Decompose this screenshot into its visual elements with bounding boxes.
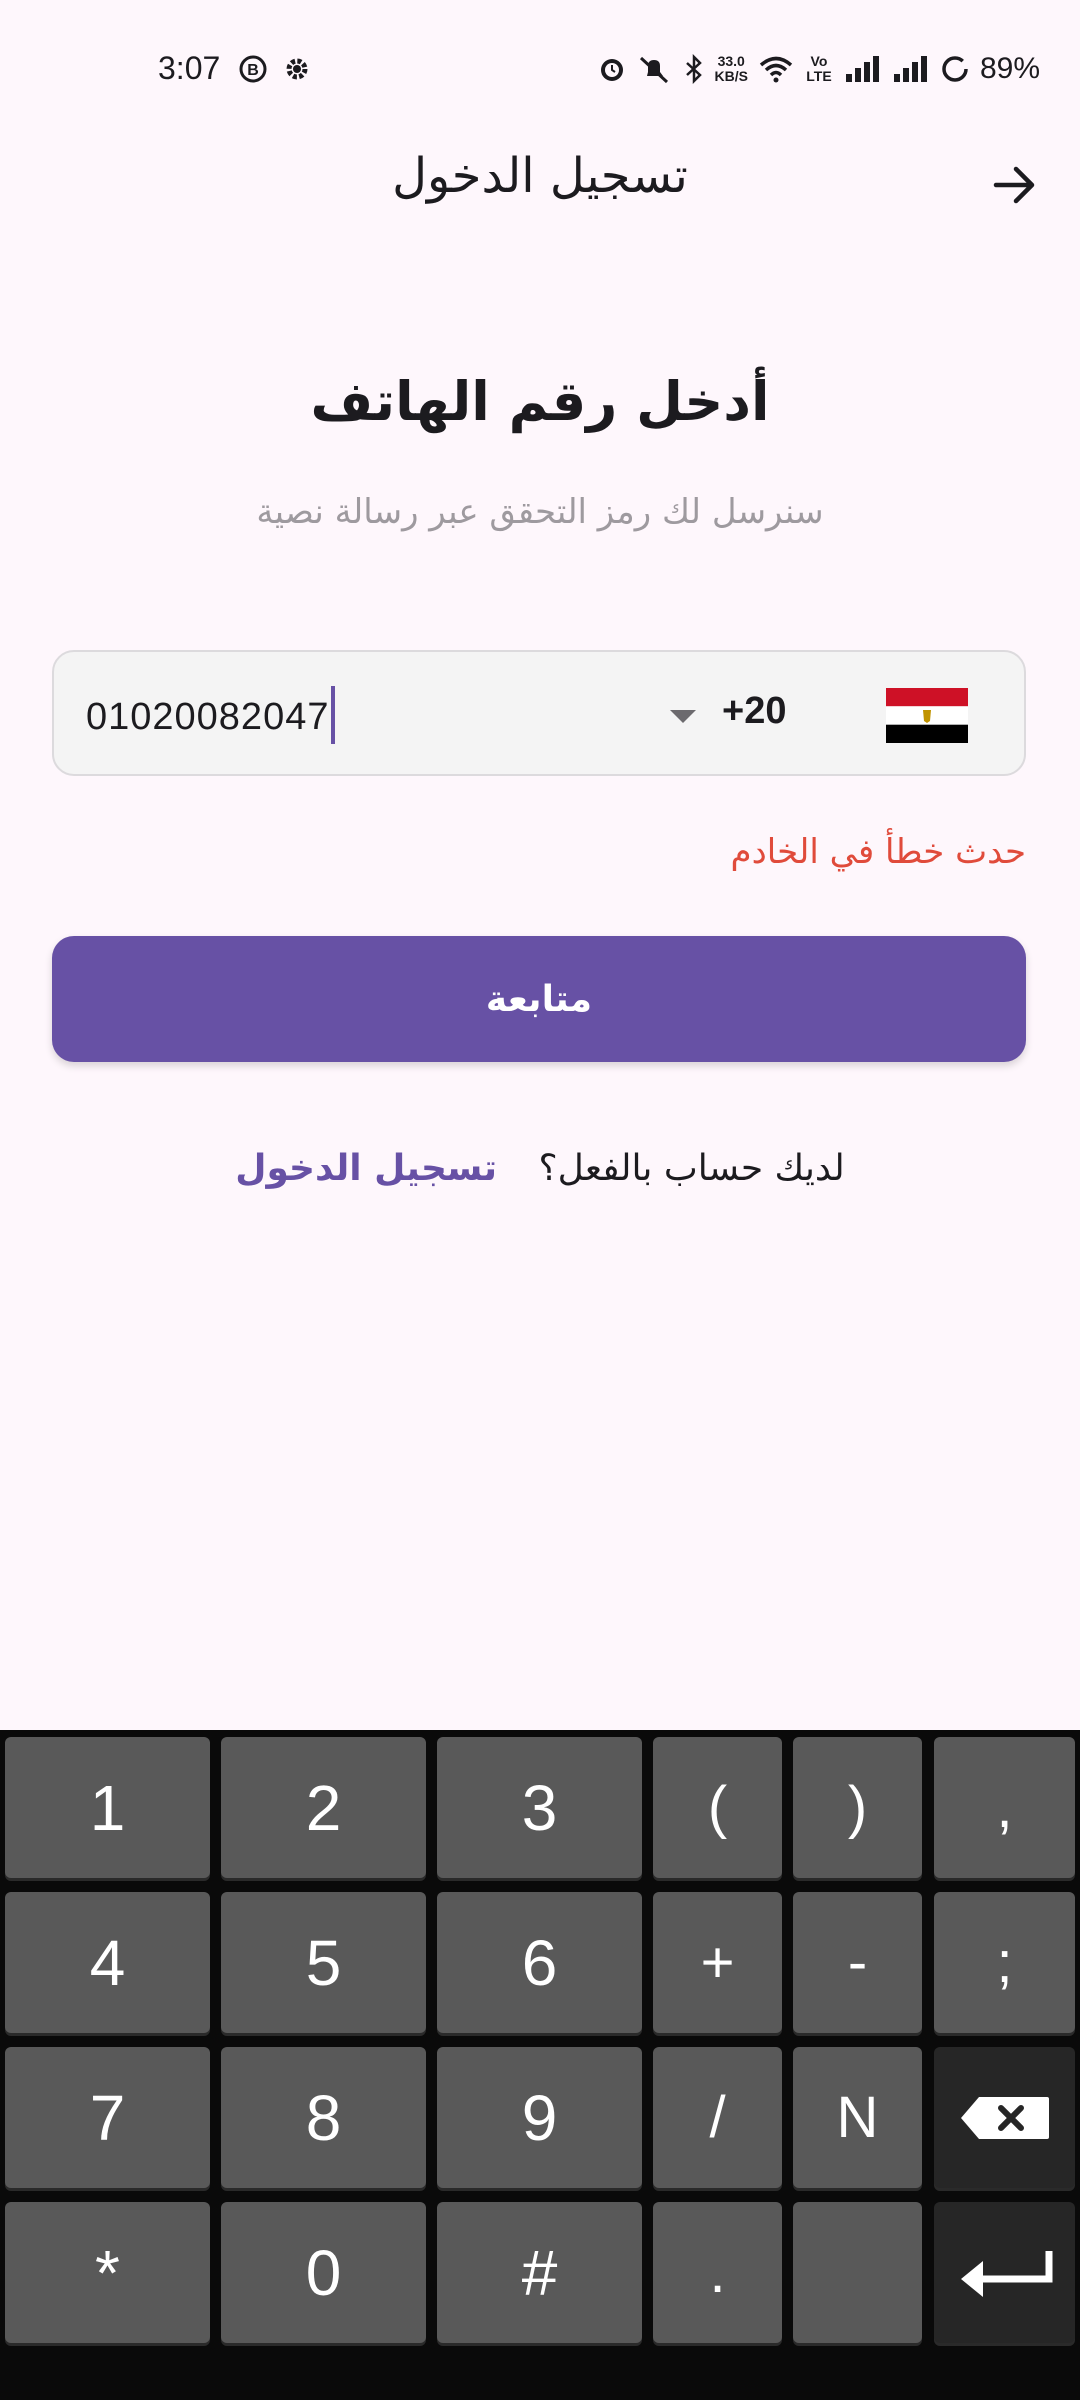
- key-period[interactable]: .: [653, 2202, 782, 2343]
- subheading: سنرسل لك رمز التحقق عبر رسالة نصية: [256, 492, 824, 532]
- numeric-keyboard: 1 2 3 ( ) , 4 5 6 + - ; 7 8 9 / N * 0 # …: [0, 1730, 1080, 2400]
- key-blank[interactable]: [793, 2202, 922, 2343]
- battery-level: 89%: [979, 52, 1040, 85]
- key-2[interactable]: 2: [221, 1737, 426, 1878]
- key-8[interactable]: 8: [221, 2047, 426, 2188]
- key-slash[interactable]: /: [653, 2047, 782, 2188]
- enter-key[interactable]: [934, 2202, 1075, 2343]
- navigation-bar: [0, 2350, 1080, 2400]
- key-close-paren[interactable]: ): [793, 1737, 922, 1878]
- net-speed: 33.0 KB/S: [715, 54, 748, 84]
- key-6[interactable]: 6: [437, 1892, 642, 2033]
- login-link[interactable]: تسجيل الدخول: [235, 1148, 497, 1189]
- key-n[interactable]: N: [793, 2047, 922, 2188]
- signal-icon: [845, 56, 879, 82]
- key-1[interactable]: 1: [5, 1737, 210, 1878]
- status-time: 3:07: [158, 50, 221, 86]
- have-account-text: لديك حساب بالفعل؟: [538, 1148, 845, 1189]
- key-comma[interactable]: ,: [934, 1737, 1075, 1878]
- alarm-icon: [600, 59, 623, 81]
- status-bar: 3:07 B 33.0 KB/S Vo LTE 89%: [0, 0, 1080, 140]
- wifi-icon: [759, 56, 793, 83]
- key-semicolon[interactable]: ;: [934, 1892, 1075, 2033]
- bluetooth-icon: [685, 54, 702, 84]
- login-prompt: لديك حساب بالفعل؟ تسجيل الدخول: [0, 1148, 1080, 1189]
- key-4[interactable]: 4: [5, 1892, 210, 2033]
- page-title: تسجيل الدخول: [392, 148, 688, 204]
- heading: أدخل رقم الهاتف: [310, 370, 770, 433]
- mute-icon: [639, 56, 668, 84]
- error-message: حدث خطأ في الخادم: [730, 832, 1026, 872]
- text-cursor: [331, 686, 336, 744]
- continue-button[interactable]: متابعة: [52, 936, 1026, 1062]
- arrow-right-icon: [993, 166, 1035, 204]
- phone-input[interactable]: 01020082047 +20: [52, 650, 1026, 776]
- key-open-paren[interactable]: (: [653, 1737, 782, 1878]
- settings-gear-icon: [286, 58, 308, 80]
- backspace-icon: [960, 2096, 1049, 2139]
- key-asterisk[interactable]: *: [5, 2202, 210, 2343]
- back-button[interactable]: [990, 160, 1040, 210]
- status-right-icons: 33.0 KB/S Vo LTE 89%: [597, 52, 1040, 86]
- volte-indicator: Vo LTE: [806, 53, 832, 84]
- key-9[interactable]: 9: [437, 2047, 642, 2188]
- egypt-flag-icon[interactable]: [886, 688, 968, 743]
- signal-icon: [893, 56, 927, 82]
- net-speed-value: 33.0: [717, 53, 745, 69]
- key-minus[interactable]: -: [793, 1892, 922, 2033]
- net-speed-unit: KB/S: [714, 68, 748, 84]
- svg-text:B: B: [247, 62, 259, 79]
- status-left-icons: B: [238, 54, 312, 84]
- battery-saver-icon: [942, 56, 968, 82]
- key-5[interactable]: 5: [221, 1892, 426, 2033]
- key-3[interactable]: 3: [437, 1737, 642, 1878]
- b-badge-icon: B: [239, 55, 267, 83]
- enter-icon: [960, 2250, 1052, 2297]
- key-hash[interactable]: #: [437, 2202, 642, 2343]
- key-plus[interactable]: +: [653, 1892, 782, 2033]
- phone-number-value[interactable]: 01020082047: [86, 686, 336, 748]
- key-7[interactable]: 7: [5, 2047, 210, 2188]
- chevron-down-icon[interactable]: [670, 710, 696, 723]
- backspace-key[interactable]: [934, 2047, 1075, 2188]
- key-0[interactable]: 0: [221, 2202, 426, 2343]
- country-dial-code[interactable]: +20: [722, 690, 786, 733]
- phone-number-text: 01020082047: [86, 696, 330, 739]
